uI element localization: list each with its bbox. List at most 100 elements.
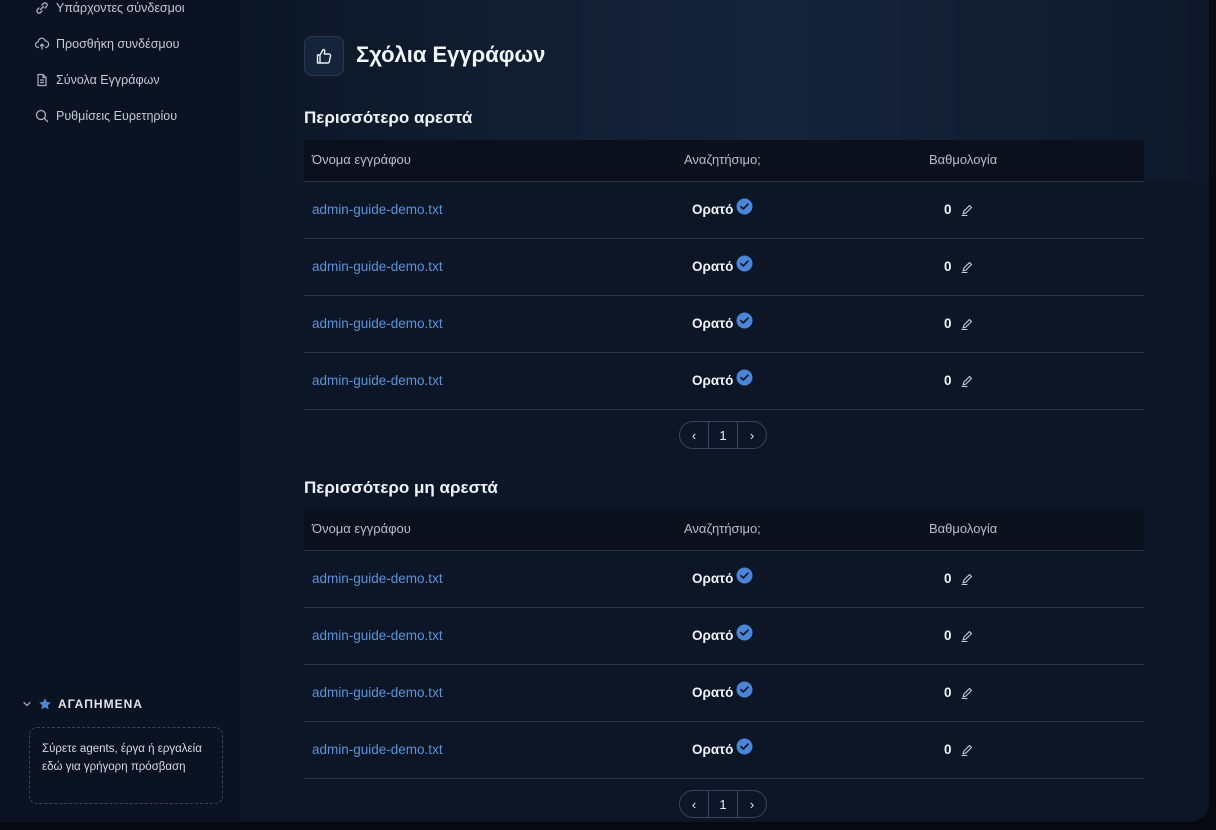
edit-pen-icon[interactable] — [960, 572, 974, 586]
document-link[interactable]: admin-guide-demo.txt — [312, 316, 443, 331]
main-panel: Σχόλια Εγγράφων Περισσότερο αρεστά Όνομα… — [240, 0, 1209, 822]
score-cell: 0 — [944, 316, 974, 331]
score-cell: 0 — [944, 685, 974, 700]
visibility-label: Ορατό — [692, 628, 734, 643]
sidebar: Υπάρχοντες σύνδεσμοι Προσθήκη συνδέσμου … — [0, 0, 240, 822]
section-title-most-disliked: Περισσότερο μη αρεστά — [304, 478, 498, 497]
document-link[interactable]: admin-guide-demo.txt — [312, 259, 443, 274]
cloud-upload-icon — [34, 37, 50, 50]
visibility-toggle[interactable]: Ορατό — [692, 567, 753, 586]
visibility-label: Ορατό — [692, 571, 734, 586]
link-icon — [36, 2, 48, 14]
column-score: Βαθμολογία — [929, 152, 998, 167]
visibility-toggle[interactable]: Ορατό — [692, 198, 753, 217]
column-score: Βαθμολογία — [929, 521, 998, 536]
favorites-title: ΑΓΑΠΗΜΕΝΑ — [58, 697, 143, 711]
favorites-header[interactable]: ΑΓΑΠΗΜΕΝΑ — [22, 694, 143, 714]
score-value: 0 — [944, 373, 952, 388]
document-link[interactable]: admin-guide-demo.txt — [312, 202, 443, 217]
table-row: admin-guide-demo.txt Ορατό 0 — [304, 722, 1144, 779]
search-icon — [35, 109, 49, 123]
favorites-dropzone[interactable]: Σύρετε agents, έργα ή εργαλεία εδώ για γ… — [29, 727, 223, 804]
visibility-toggle[interactable]: Ορατό — [692, 369, 753, 388]
score-cell: 0 — [944, 202, 974, 217]
table-row: admin-guide-demo.txt Ορατό 0 — [304, 608, 1144, 665]
next-page-button[interactable]: › — [738, 791, 766, 817]
column-searchable: Αναζητήσιμο; — [684, 521, 761, 536]
prev-page-button[interactable]: ‹ — [680, 791, 708, 817]
column-name: Όνομα εγγράφου — [312, 521, 411, 536]
table-row: admin-guide-demo.txt Ορατό 0 — [304, 353, 1144, 410]
sidebar-item-label: Υπάρχοντες σύνδεσμοι — [56, 1, 185, 15]
thumbs-up-icon — [316, 48, 332, 64]
visibility-toggle[interactable]: Ορατό — [692, 312, 753, 331]
document-link[interactable]: admin-guide-demo.txt — [312, 373, 443, 388]
visibility-label: Ορατό — [692, 685, 734, 700]
table-row: admin-guide-demo.txt Ορατό 0 — [304, 665, 1144, 722]
edit-pen-icon[interactable] — [960, 686, 974, 700]
table-row: admin-guide-demo.txt Ορατό 0 — [304, 551, 1144, 608]
check-badge-icon — [736, 681, 753, 698]
visibility-toggle[interactable]: Ορατό — [692, 255, 753, 274]
visibility-toggle[interactable]: Ορατό — [692, 681, 753, 700]
check-badge-icon — [736, 567, 753, 584]
page-number-button[interactable]: 1 — [708, 791, 738, 817]
favorites-hint: Σύρετε agents, έργα ή εργαλεία εδώ για γ… — [42, 743, 202, 773]
score-value: 0 — [944, 685, 952, 700]
score-cell: 0 — [944, 628, 974, 643]
check-badge-icon — [736, 255, 753, 272]
page-icon-box — [304, 36, 344, 76]
check-badge-icon — [736, 369, 753, 386]
sidebar-item-document-sets[interactable]: Σύνολα Εγγράφων — [34, 68, 204, 92]
column-searchable: Αναζητήσιμο; — [684, 152, 761, 167]
visibility-label: Ορατό — [692, 202, 734, 217]
score-value: 0 — [944, 628, 952, 643]
pagination: ‹ 1 › — [679, 790, 767, 818]
documents-icon — [37, 73, 47, 87]
sidebar-item-add-link[interactable]: Προσθήκη συνδέσμου — [34, 32, 204, 56]
score-value: 0 — [944, 259, 952, 274]
score-value: 0 — [944, 571, 952, 586]
score-value: 0 — [944, 202, 952, 217]
page-number-button[interactable]: 1 — [708, 422, 738, 448]
section-title-most-liked: Περισσότερο αρεστά — [304, 108, 473, 127]
visibility-toggle[interactable]: Ορατό — [692, 624, 753, 643]
edit-pen-icon[interactable] — [960, 743, 974, 757]
most-liked-table: Όνομα εγγράφου Αναζητήσιμο; Βαθμολογία a… — [304, 140, 1144, 410]
edit-pen-icon[interactable] — [960, 203, 974, 217]
check-badge-icon — [736, 198, 753, 215]
edit-pen-icon[interactable] — [960, 260, 974, 274]
document-link[interactable]: admin-guide-demo.txt — [312, 571, 443, 586]
sidebar-item-index-settings[interactable]: Ρυθμίσεις Ευρετηρίου — [34, 104, 204, 128]
window-edge — [1209, 0, 1216, 830]
check-badge-icon — [736, 624, 753, 641]
sidebar-item-label: Ρυθμίσεις Ευρετηρίου — [56, 109, 178, 123]
visibility-toggle[interactable]: Ορατό — [692, 738, 753, 757]
most-disliked-table: Όνομα εγγράφου Αναζητήσιμο; Βαθμολογία a… — [304, 509, 1144, 779]
visibility-label: Ορατό — [692, 742, 734, 757]
score-value: 0 — [944, 316, 952, 331]
next-page-button[interactable]: › — [738, 422, 766, 448]
score-value: 0 — [944, 742, 952, 757]
edit-pen-icon[interactable] — [960, 317, 974, 331]
sidebar-item-existing-links[interactable]: Υπάρχοντες σύνδεσμοι — [34, 0, 204, 20]
document-link[interactable]: admin-guide-demo.txt — [312, 628, 443, 643]
score-cell: 0 — [944, 742, 974, 757]
check-badge-icon — [736, 312, 753, 329]
sidebar-item-label: Προσθήκη συνδέσμου — [56, 37, 180, 51]
table-row: admin-guide-demo.txt Ορατό 0 — [304, 239, 1144, 296]
edit-pen-icon[interactable] — [960, 374, 974, 388]
prev-page-button[interactable]: ‹ — [680, 422, 708, 448]
visibility-label: Ορατό — [692, 316, 734, 331]
chevron-down-icon — [23, 701, 31, 707]
column-name: Όνομα εγγράφου — [312, 152, 411, 167]
visibility-label: Ορατό — [692, 373, 734, 388]
score-cell: 0 — [944, 373, 974, 388]
table-header: Όνομα εγγράφου Αναζητήσιμο; Βαθμολογία — [304, 140, 1144, 182]
edit-pen-icon[interactable] — [960, 629, 974, 643]
document-link[interactable]: admin-guide-demo.txt — [312, 685, 443, 700]
score-cell: 0 — [944, 571, 974, 586]
pagination: ‹ 1 › — [679, 421, 767, 449]
page-title: Σχόλια Εγγράφων — [356, 42, 546, 67]
document-link[interactable]: admin-guide-demo.txt — [312, 742, 443, 757]
